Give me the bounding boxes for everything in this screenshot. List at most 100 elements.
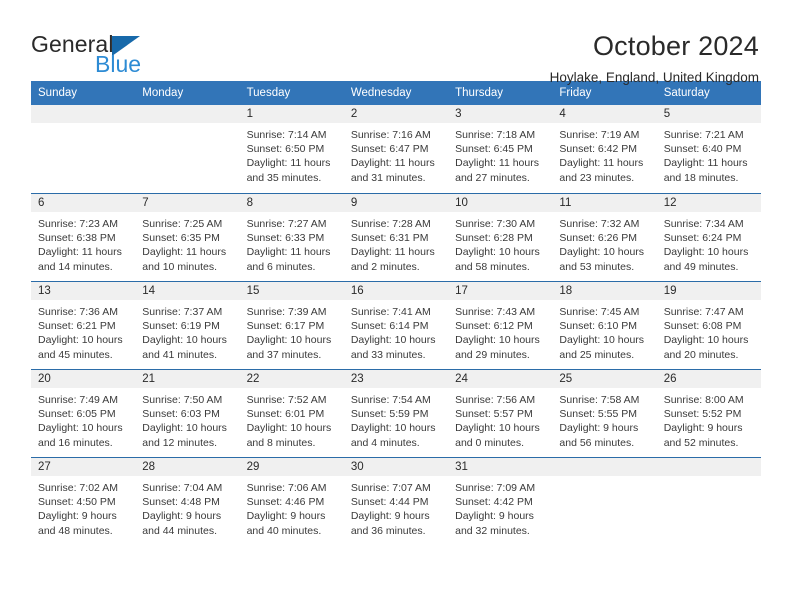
daylight-text-line1: Daylight: 10 hours (350, 422, 436, 435)
day-number: 30 (343, 458, 449, 476)
sunset-text: Sunset: 6:21 PM (38, 320, 116, 333)
day-cell[interactable]: 13 Sunrise: 7:36 AM Sunset: 6:21 PM Dayligh… (31, 282, 136, 369)
daylight-text-line2: and 12 minutes. (142, 436, 217, 449)
day-cell[interactable]: 18 Sunrise: 7:45 AM Sunset: 6:10 PM Dayligh… (552, 282, 657, 369)
sunrise-text: Sunrise: 7:18 AM (455, 129, 536, 141)
weekday-header-saturday: Saturday (663, 87, 710, 99)
sunset-text: Sunset: 5:59 PM (350, 408, 429, 421)
day-cell[interactable]: 12 Sunrise: 7:34 AM Sunset: 6:24 PM Dayligh… (656, 194, 761, 281)
daylight-text-line2: and 8 minutes. (246, 436, 316, 449)
sunrise-text: Sunrise: 7:58 AM (559, 394, 640, 406)
sunrise-text: Sunrise: 7:06 AM (246, 482, 327, 494)
day-cell[interactable]: 30 Sunrise: 7:07 AM Sunset: 4:44 PM Dayligh… (343, 458, 449, 545)
day-cell[interactable]: 9 Sunrise: 7:28 AM Sunset: 6:31 PM Daylight… (343, 194, 449, 281)
sunset-text: Sunset: 4:44 PM (350, 496, 429, 509)
day-number: 15 (239, 282, 344, 300)
sunrise-text: Sunrise: 7:16 AM (350, 129, 431, 141)
sunset-text: Sunset: 4:46 PM (246, 496, 325, 509)
day-number: 7 (135, 194, 240, 212)
sunset-text: Sunset: 6:40 PM (663, 143, 742, 156)
day-cell[interactable]: 31 Sunrise: 7:09 AM Sunset: 4:42 PM Dayligh… (448, 458, 553, 545)
daylight-text-line1: Daylight: 10 hours (246, 422, 332, 435)
sunset-text: Sunset: 4:50 PM (38, 496, 116, 509)
weekday-header-thursday: Thursday (455, 87, 504, 99)
daylight-text-line1: Daylight: 9 hours (559, 422, 639, 435)
sunset-text: Sunset: 6:31 PM (350, 232, 429, 245)
sunrise-text: Sunrise: 7:37 AM (142, 306, 223, 318)
day-number: 20 (31, 370, 136, 388)
day-details: Sunrise: 7:58 AM Sunset: 5:55 PM Daylight:… (552, 388, 656, 450)
day-cell[interactable]: 24 Sunrise: 7:56 AM Sunset: 5:57 PM Dayligh… (448, 370, 553, 457)
day-cell[interactable]: 28 Sunrise: 7:04 AM Sunset: 4:48 PM Dayligh… (135, 458, 240, 545)
sunset-text: Sunset: 6:05 PM (38, 408, 116, 421)
daylight-text-line2: and 53 minutes. (559, 260, 635, 273)
daylight-text-line1: Daylight: 10 hours (38, 422, 123, 435)
day-cell[interactable]: 1 Sunrise: 7:14 AM Sunset: 6:50 PM Daylight… (239, 105, 344, 193)
day-cell[interactable]: 25 Sunrise: 7:58 AM Sunset: 5:55 PM Dayligh… (552, 370, 657, 457)
day-number (135, 105, 240, 123)
day-details: Sunrise: 7:28 AM Sunset: 6:31 PM Daylight:… (344, 212, 448, 274)
day-cell-empty (135, 105, 240, 193)
day-details: Sunrise: 7:07 AM Sunset: 4:44 PM Daylight:… (344, 476, 448, 538)
daylight-text-line2: and 37 minutes. (246, 348, 322, 361)
daylight-text-line1: Daylight: 10 hours (455, 246, 540, 259)
day-number: 2 (343, 105, 449, 123)
day-number: 28 (135, 458, 240, 476)
day-cell[interactable]: 16 Sunrise: 7:41 AM Sunset: 6:14 PM Dayligh… (343, 282, 449, 369)
day-details: Sunrise: 7:18 AM Sunset: 6:45 PM Daylight:… (448, 123, 552, 185)
day-cell[interactable]: 17 Sunrise: 7:43 AM Sunset: 6:12 PM Dayligh… (448, 282, 553, 369)
daylight-text-line2: and 44 minutes. (142, 524, 217, 537)
daylight-text-line1: Daylight: 9 hours (350, 510, 430, 523)
sunrise-text: Sunrise: 7:54 AM (350, 394, 431, 406)
day-cell[interactable]: 5 Sunrise: 7:21 AM Sunset: 6:40 PM Daylight… (656, 105, 761, 193)
day-details: Sunrise: 7:14 AM Sunset: 6:50 PM Daylight:… (240, 123, 344, 185)
sunrise-text: Sunrise: 7:36 AM (38, 306, 118, 318)
day-cell[interactable]: 14 Sunrise: 7:37 AM Sunset: 6:19 PM Dayligh… (135, 282, 240, 369)
daylight-text-line2: and 52 minutes. (663, 436, 739, 449)
sunset-text: Sunset: 6:01 PM (246, 408, 325, 421)
day-cell[interactable]: 26 Sunrise: 8:00 AM Sunset: 5:52 PM Dayligh… (656, 370, 761, 457)
day-cell[interactable]: 7 Sunrise: 7:25 AM Sunset: 6:35 PM Daylight… (135, 194, 240, 281)
sunrise-text: Sunrise: 7:45 AM (559, 306, 640, 318)
sunrise-text: Sunrise: 7:21 AM (663, 129, 744, 141)
sunrise-text: Sunrise: 7:27 AM (246, 218, 327, 230)
day-cell[interactable]: 3 Sunrise: 7:18 AM Sunset: 6:45 PM Daylight… (448, 105, 553, 193)
sunrise-text: Sunrise: 7:07 AM (350, 482, 431, 494)
daylight-text-line2: and 48 minutes. (38, 524, 113, 537)
daylight-text-line1: Daylight: 10 hours (663, 334, 749, 347)
day-cell[interactable]: 6 Sunrise: 7:23 AM Sunset: 6:38 PM Daylight… (31, 194, 136, 281)
sunset-text: Sunset: 6:38 PM (38, 232, 116, 245)
day-cell[interactable]: 4 Sunrise: 7:19 AM Sunset: 6:42 PM Daylight… (552, 105, 657, 193)
day-cell[interactable]: 8 Sunrise: 7:27 AM Sunset: 6:33 PM Daylight… (239, 194, 344, 281)
day-cell[interactable]: 11 Sunrise: 7:32 AM Sunset: 6:26 PM Dayligh… (552, 194, 657, 281)
day-cell[interactable]: 23 Sunrise: 7:54 AM Sunset: 5:59 PM Dayligh… (343, 370, 449, 457)
day-cell[interactable]: 29 Sunrise: 7:06 AM Sunset: 4:46 PM Dayligh… (239, 458, 344, 545)
daylight-text-line1: Daylight: 9 hours (246, 510, 326, 523)
day-details: Sunrise: 7:04 AM Sunset: 4:48 PM Daylight:… (135, 476, 239, 538)
day-cell[interactable]: 20 Sunrise: 7:49 AM Sunset: 6:05 PM Dayligh… (31, 370, 136, 457)
day-cell[interactable]: 19 Sunrise: 7:47 AM Sunset: 6:08 PM Dayligh… (656, 282, 761, 369)
day-cell[interactable]: 21 Sunrise: 7:50 AM Sunset: 6:03 PM Dayligh… (135, 370, 240, 457)
daylight-text-line2: and 25 minutes. (559, 348, 635, 361)
day-cell[interactable]: 2 Sunrise: 7:16 AM Sunset: 6:47 PM Daylight… (343, 105, 449, 193)
sunrise-text: Sunrise: 7:41 AM (350, 306, 431, 318)
day-cell-empty (552, 458, 657, 545)
daylight-text-line1: Daylight: 10 hours (663, 246, 749, 259)
title-block: October 2024 Hoylake, England, United Ki… (550, 30, 761, 88)
sunrise-text: Sunrise: 7:09 AM (455, 482, 536, 494)
day-cell[interactable]: 10 Sunrise: 7:30 AM Sunset: 6:28 PM Dayligh… (448, 194, 553, 281)
week-row: 13 Sunrise: 7:36 AM Sunset: 6:21 PM Dayligh… (31, 281, 761, 369)
daylight-text-line2: and 40 minutes. (246, 524, 322, 537)
day-number (31, 105, 136, 123)
day-cell[interactable]: 15 Sunrise: 7:39 AM Sunset: 6:17 PM Dayligh… (239, 282, 344, 369)
calendar-page: General Blue October 2024 Hoylake, Engla… (0, 0, 792, 612)
day-cell[interactable]: 22 Sunrise: 7:52 AM Sunset: 6:01 PM Dayligh… (239, 370, 344, 457)
day-cell[interactable]: 27 Sunrise: 7:02 AM Sunset: 4:50 PM Dayligh… (31, 458, 136, 545)
day-number: 8 (239, 194, 344, 212)
week-row: 1 Sunrise: 7:14 AM Sunset: 6:50 PM Daylight… (31, 105, 761, 193)
sunset-text: Sunset: 5:55 PM (559, 408, 638, 421)
day-number: 11 (552, 194, 657, 212)
brand-logo[interactable]: General Blue (31, 30, 231, 76)
daylight-text-line2: and 31 minutes. (350, 171, 426, 184)
day-details: Sunrise: 7:34 AM Sunset: 6:24 PM Daylight:… (657, 212, 761, 274)
